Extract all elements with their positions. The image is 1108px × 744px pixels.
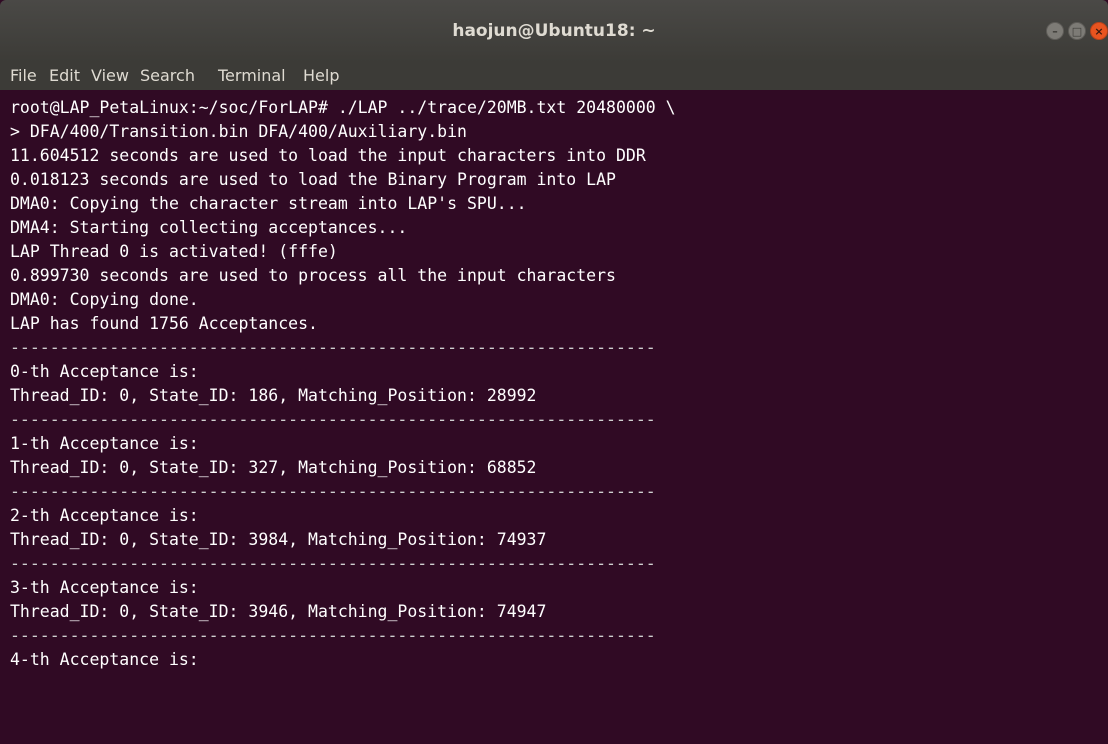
- terminal-line: LAP has found 1756 Acceptances.: [10, 314, 318, 333]
- acceptance-header: 0-th Acceptance is:: [10, 362, 199, 381]
- separator-line: ----------------------------------------…: [10, 554, 656, 573]
- acceptance-detail: Thread_ID: 0, State_ID: 3946, Matching_P…: [10, 602, 547, 621]
- menu-search[interactable]: Search: [140, 65, 195, 87]
- terminal-line: DMA0: Copying the character stream into …: [10, 194, 527, 213]
- terminal-line-continuation: > DFA/400/Transition.bin DFA/400/Auxilia…: [10, 122, 467, 141]
- terminal-line-command: root@LAP_PetaLinux:~/soc/ForLAP# ./LAP .…: [10, 98, 676, 117]
- separator-line: ----------------------------------------…: [10, 338, 656, 357]
- terminal-line: DMA4: Starting collecting acceptances...: [10, 218, 408, 237]
- separator-line: ----------------------------------------…: [10, 482, 656, 501]
- menu-help[interactable]: Help: [303, 65, 339, 87]
- title-bar[interactable]: haojun@Ubuntu18: ~ – □ ×: [0, 0, 1108, 62]
- terminal-window: haojun@Ubuntu18: ~ – □ × File Edit View …: [0, 0, 1108, 744]
- acceptance-header: 1-th Acceptance is:: [10, 434, 199, 453]
- terminal-line: 11.604512 seconds are used to load the i…: [10, 146, 646, 165]
- separator-line: ----------------------------------------…: [10, 410, 656, 429]
- terminal-line: 0.018123 seconds are used to load the Bi…: [10, 170, 616, 189]
- minimize-button[interactable]: –: [1046, 22, 1064, 40]
- menu-view[interactable]: View: [91, 65, 129, 87]
- acceptance-header: 3-th Acceptance is:: [10, 578, 199, 597]
- terminal-line: DMA0: Copying done.: [10, 290, 199, 309]
- separator-line: ----------------------------------------…: [10, 626, 656, 645]
- acceptance-detail: Thread_ID: 0, State_ID: 3984, Matching_P…: [10, 530, 547, 549]
- terminal-line: 0.899730 seconds are used to process all…: [10, 266, 616, 285]
- menu-terminal[interactable]: Terminal: [218, 65, 286, 87]
- maximize-button[interactable]: □: [1068, 22, 1086, 40]
- menu-edit[interactable]: Edit: [49, 65, 80, 87]
- terminal-output[interactable]: root@LAP_PetaLinux:~/soc/ForLAP# ./LAP .…: [0, 90, 1108, 744]
- acceptance-detail: Thread_ID: 0, State_ID: 327, Matching_Po…: [10, 458, 537, 477]
- menu-file[interactable]: File: [10, 65, 37, 87]
- acceptance-header: 2-th Acceptance is:: [10, 506, 199, 525]
- terminal-line: LAP Thread 0 is activated! (fffe): [10, 242, 338, 261]
- close-button[interactable]: ×: [1090, 22, 1108, 40]
- window-title: haojun@Ubuntu18: ~: [452, 21, 656, 41]
- acceptance-detail: Thread_ID: 0, State_ID: 186, Matching_Po…: [10, 386, 537, 405]
- acceptance-header: 4-th Acceptance is:: [10, 650, 199, 669]
- menu-bar: File Edit View Search Terminal Help: [0, 62, 1108, 90]
